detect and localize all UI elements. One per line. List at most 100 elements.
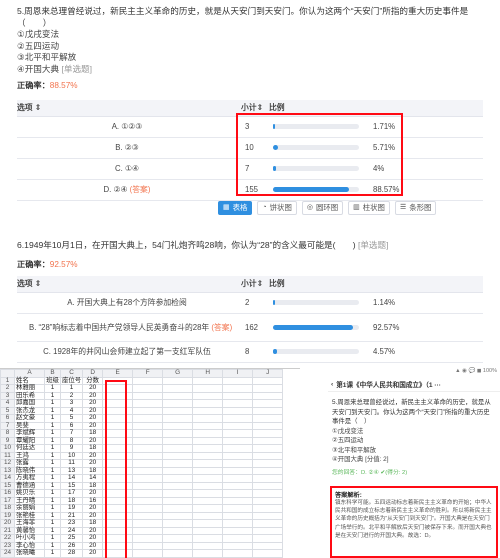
- sheet-cell[interactable]: 王海菲: [14, 519, 45, 528]
- sheet-cell[interactable]: [222, 399, 254, 408]
- sheet-cell[interactable]: [252, 406, 284, 415]
- column-letter[interactable]: E: [102, 369, 134, 378]
- sheet-cell[interactable]: [162, 496, 194, 505]
- sheet-cell[interactable]: [252, 436, 284, 445]
- sheet-cell[interactable]: 张露: [14, 459, 45, 468]
- sheet-cell[interactable]: [252, 526, 284, 535]
- row-number[interactable]: 16: [0, 489, 15, 498]
- sheet-cell[interactable]: 20: [82, 489, 104, 498]
- sheet-cell[interactable]: [162, 406, 194, 415]
- sheet-cell[interactable]: [192, 526, 224, 535]
- sheet-cell[interactable]: 1: [44, 444, 61, 453]
- sheet-cell[interactable]: 20: [82, 414, 104, 423]
- sheet-cell[interactable]: [162, 549, 194, 558]
- sheet-cell[interactable]: [132, 421, 164, 430]
- sheet-cell[interactable]: [162, 459, 194, 468]
- sheet-cell[interactable]: [252, 541, 284, 550]
- sheet-cell[interactable]: [132, 466, 164, 475]
- column-header-option[interactable]: 选项 ⇕: [17, 100, 237, 117]
- sheet-cell[interactable]: 1: [44, 384, 61, 393]
- sheet-cell[interactable]: [252, 504, 284, 513]
- sheet-cell[interactable]: [252, 391, 284, 400]
- sheet-cell[interactable]: [252, 474, 284, 483]
- sheet-cell[interactable]: 1: [44, 399, 61, 408]
- sheet-cell[interactable]: [222, 391, 254, 400]
- sheet-cell[interactable]: [192, 444, 224, 453]
- sheet-cell[interactable]: [252, 376, 284, 385]
- sheet-cell[interactable]: [162, 474, 194, 483]
- row-number[interactable]: 22: [0, 534, 15, 543]
- sheet-cell[interactable]: [222, 376, 254, 385]
- tab-ring-chart[interactable]: ◎ 圆环图: [301, 201, 344, 215]
- sheet-cell[interactable]: [252, 421, 284, 430]
- column-letter[interactable]: F: [132, 369, 164, 378]
- sheet-cell[interactable]: [132, 474, 164, 483]
- sheet-cell[interactable]: 1: [44, 459, 61, 468]
- sheet-cell[interactable]: [162, 526, 194, 535]
- sheet-cell[interactable]: [222, 504, 254, 513]
- sheet-cell[interactable]: 17: [59, 489, 84, 498]
- sheet-cell[interactable]: [252, 444, 284, 453]
- sheet-cell[interactable]: [192, 414, 224, 423]
- column-header-count[interactable]: 小计⇕: [237, 276, 269, 293]
- sheet-cell[interactable]: 1: [44, 414, 61, 423]
- sheet-cell[interactable]: [132, 451, 164, 460]
- sheet-cell[interactable]: [162, 534, 194, 543]
- sheet-cell[interactable]: [222, 541, 254, 550]
- sheet-cell[interactable]: [192, 474, 224, 483]
- sheet-cell[interactable]: 14: [82, 474, 104, 483]
- sheet-cell[interactable]: [222, 414, 254, 423]
- sheet-cell[interactable]: [192, 429, 224, 438]
- sheet-cell[interactable]: [222, 384, 254, 393]
- sheet-cell[interactable]: [132, 459, 164, 468]
- sheet-cell[interactable]: [222, 534, 254, 543]
- sheet-cell[interactable]: [192, 376, 224, 385]
- sheet-cell[interactable]: [162, 504, 194, 513]
- row-number[interactable]: 20: [0, 519, 15, 528]
- sheet-cell[interactable]: 方夷程: [14, 474, 45, 483]
- sheet-cell[interactable]: [252, 399, 284, 408]
- sheet-cell[interactable]: 1: [44, 504, 61, 513]
- sheet-cell[interactable]: 20: [82, 459, 104, 468]
- sheet-cell[interactable]: [132, 429, 164, 438]
- sheet-cell[interactable]: 28: [59, 549, 84, 558]
- sheet-cell[interactable]: [252, 459, 284, 468]
- sheet-cell[interactable]: 邱嘉国: [14, 399, 45, 408]
- column-letter[interactable]: J: [252, 369, 284, 378]
- sheet-cell[interactable]: [162, 489, 194, 498]
- sheet-cell[interactable]: 林雅丽: [14, 384, 45, 393]
- sheet-cell[interactable]: [192, 459, 224, 468]
- sheet-cell[interactable]: [192, 489, 224, 498]
- sheet-cell[interactable]: 1: [59, 384, 84, 393]
- sheet-cell[interactable]: 20: [82, 534, 104, 543]
- sheet-cell[interactable]: 18: [82, 444, 104, 453]
- sheet-cell[interactable]: [162, 481, 194, 490]
- column-letter[interactable]: H: [192, 369, 224, 378]
- sheet-cell[interactable]: [222, 526, 254, 535]
- sheet-cell[interactable]: [132, 376, 164, 385]
- sheet-cell[interactable]: [132, 496, 164, 505]
- sheet-cell[interactable]: [252, 519, 284, 528]
- sheet-cell[interactable]: [132, 414, 164, 423]
- sheet-cell[interactable]: [132, 549, 164, 558]
- sheet-cell[interactable]: [162, 414, 194, 423]
- sheet-cell[interactable]: 1: [44, 549, 61, 558]
- sheet-cell[interactable]: [162, 451, 194, 460]
- sheet-cell[interactable]: 余丽娟: [14, 504, 45, 513]
- tab-hbar-chart[interactable]: ☰ 条形图: [394, 201, 437, 215]
- sheet-cell[interactable]: [252, 384, 284, 393]
- sheet-cell[interactable]: 1: [44, 519, 61, 528]
- sheet-cell[interactable]: 姚贝乐: [14, 489, 45, 498]
- sheet-cell[interactable]: 1: [44, 489, 61, 498]
- sheet-cell[interactable]: 张晓曦: [14, 549, 45, 558]
- sheet-cell[interactable]: [222, 466, 254, 475]
- sheet-cell[interactable]: [222, 489, 254, 498]
- sheet-cell[interactable]: [162, 391, 194, 400]
- tab-pie-chart[interactable]: ◔ 饼状图: [257, 201, 297, 215]
- sheet-cell[interactable]: [132, 391, 164, 400]
- sheet-cell[interactable]: [162, 541, 194, 550]
- sheet-cell[interactable]: [132, 406, 164, 415]
- sheet-cell[interactable]: 20: [82, 384, 104, 393]
- column-letter[interactable]: D: [82, 369, 104, 378]
- row-number[interactable]: 8: [0, 429, 15, 438]
